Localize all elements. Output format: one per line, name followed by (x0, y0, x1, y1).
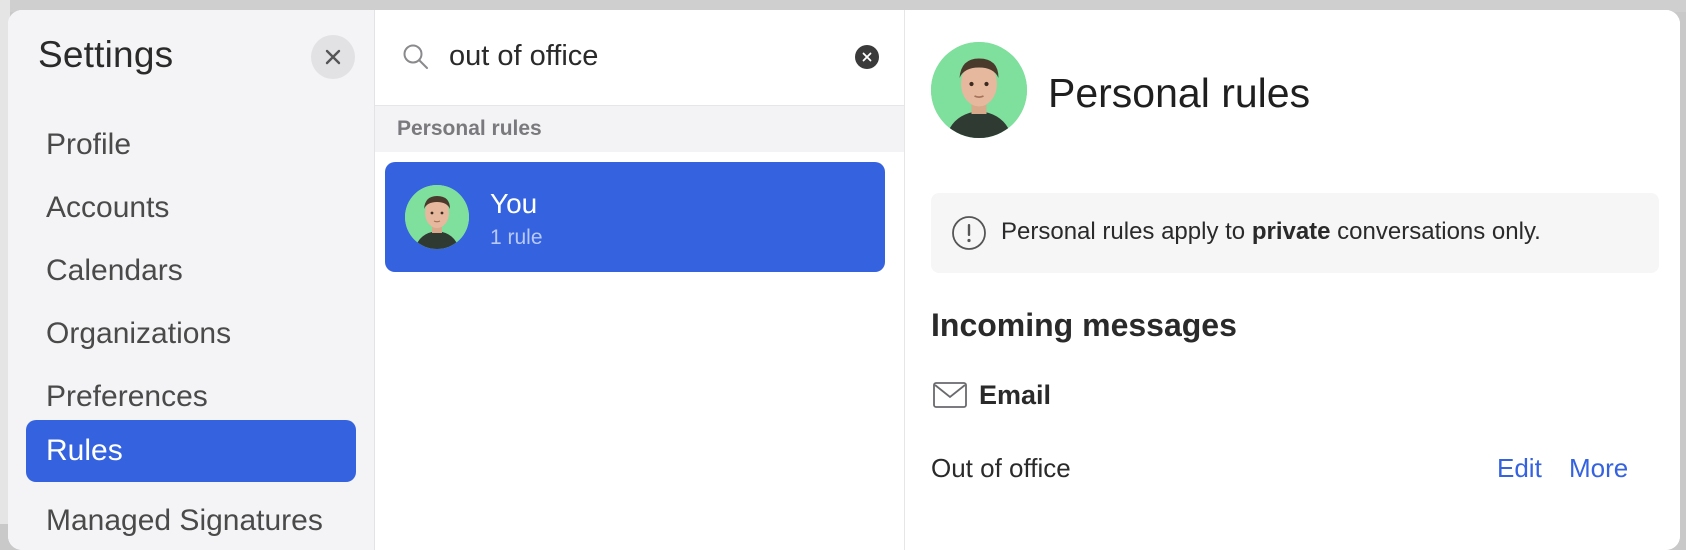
sidebar-item-label: Calendars (46, 254, 183, 287)
edit-rule-link[interactable]: Edit (1497, 453, 1542, 484)
sidebar-item-calendars[interactable]: Calendars (26, 240, 356, 302)
sidebar-item-profile[interactable]: Profile (26, 114, 356, 176)
rule-detail-pane: Personal rules Personal rules apply to p… (905, 10, 1680, 550)
sidebar-item-organizations[interactable]: Organizations (26, 303, 356, 365)
rule-list-item-you[interactable]: You 1 rule (385, 162, 885, 272)
avatar (931, 42, 1027, 138)
channel-label: Email (979, 380, 1052, 410)
sidebar-title: Settings (38, 34, 174, 75)
rules-list-pane: Personal rules You 1 rule (375, 10, 905, 550)
section-label: Personal rules (397, 117, 542, 140)
sidebar-item-label: Accounts (46, 191, 170, 224)
search-bar (375, 10, 904, 106)
notice-text: Personal rules apply to private conversa… (1001, 218, 1541, 246)
clear-icon (862, 52, 872, 62)
sidebar-item-managed-signatures[interactable]: Managed Signatures (26, 490, 356, 550)
notice-suffix: conversations only. (1330, 218, 1541, 245)
close-button[interactable] (311, 35, 355, 79)
info-notice: Personal rules apply to private conversa… (931, 193, 1659, 273)
sidebar-item-accounts[interactable]: Accounts (26, 177, 356, 239)
sidebar-item-label: Preferences (46, 380, 208, 413)
search-input[interactable] (449, 34, 819, 78)
rule-count: 1 rule (490, 226, 543, 249)
section-title: Incoming messages (931, 307, 1237, 343)
sidebar-item-label: Organizations (46, 317, 232, 350)
rule-owner-name: You (490, 188, 538, 219)
settings-sidebar: Settings Profile Accounts Calendars Orga… (8, 10, 375, 550)
results-section-header: Personal rules (375, 106, 904, 152)
settings-dialog: Settings Profile Accounts Calendars Orga… (8, 10, 1680, 550)
notice-emphasis: private (1251, 218, 1331, 245)
clear-search-button[interactable] (855, 45, 879, 69)
info-icon (952, 216, 986, 250)
avatar (405, 185, 469, 249)
sidebar-item-label: Managed Signatures (46, 504, 323, 537)
sidebar-item-rules[interactable]: Rules (26, 420, 356, 482)
mail-icon (933, 382, 967, 408)
sidebar-item-preferences[interactable]: Preferences (26, 366, 356, 428)
more-options-link[interactable]: More (1569, 453, 1628, 484)
page-title: Personal rules (1048, 70, 1311, 116)
sidebar-item-label: Rules (46, 434, 123, 467)
notice-prefix: Personal rules apply to (1001, 218, 1252, 245)
close-icon (325, 49, 341, 65)
sidebar-item-label: Profile (46, 128, 132, 161)
rule-label: Out of office (931, 453, 1071, 483)
search-icon (403, 44, 428, 69)
